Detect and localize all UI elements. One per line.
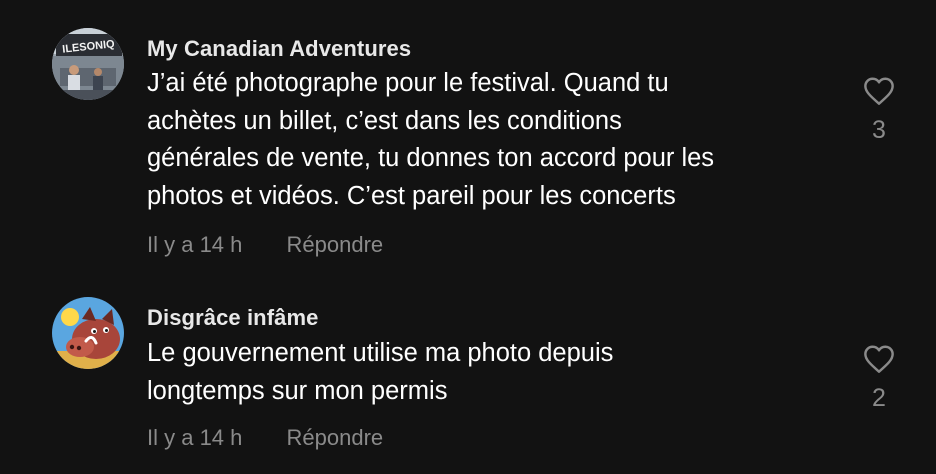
like-button[interactable]: 2 xyxy=(858,344,900,413)
comment-text-line: J’ai été photographe pour le festival. Q… xyxy=(147,69,669,97)
comment-text: Le gouvernement utilise ma photo depuis … xyxy=(147,335,827,410)
like-count: 3 xyxy=(872,116,886,144)
like-button[interactable]: 3 xyxy=(858,76,900,145)
comment-text-line: longtemps sur mon permis xyxy=(147,376,448,405)
comment-text-line: Le gouvernement utilise ma photo depuis xyxy=(147,339,614,367)
reply-button[interactable]: Répondre xyxy=(287,232,384,258)
comment-author[interactable]: Disgrâce infâme xyxy=(147,305,318,331)
heart-outline-icon xyxy=(864,345,894,373)
avatar[interactable]: ILESONIQ xyxy=(52,28,124,100)
comment-meta: Il y a 14 h Répondre xyxy=(147,232,383,258)
heart-outline-icon xyxy=(864,77,894,105)
avatar[interactable] xyxy=(52,297,124,369)
comment-text-line: photos et vidéos. C’est pareil pour les … xyxy=(147,181,676,210)
festival-photo-avatar: ILESONIQ xyxy=(52,28,124,100)
comment-timestamp: Il y a 14 h xyxy=(147,425,243,450)
comment-timestamp: Il y a 14 h xyxy=(147,232,243,257)
warthog-cartoon-avatar xyxy=(52,297,124,369)
comment-text: J’ai été photographe pour le festival. Q… xyxy=(147,65,827,215)
reply-button[interactable]: Répondre xyxy=(287,425,384,451)
comment-author[interactable]: My Canadian Adventures xyxy=(147,36,411,62)
comment-text-line: générales de vente, tu donnes ton accord… xyxy=(147,144,715,172)
like-count: 2 xyxy=(872,384,886,412)
comment-meta: Il y a 14 h Répondre xyxy=(147,425,383,451)
comment-text-line: achètes un billet, c’est dans les condit… xyxy=(147,106,622,135)
